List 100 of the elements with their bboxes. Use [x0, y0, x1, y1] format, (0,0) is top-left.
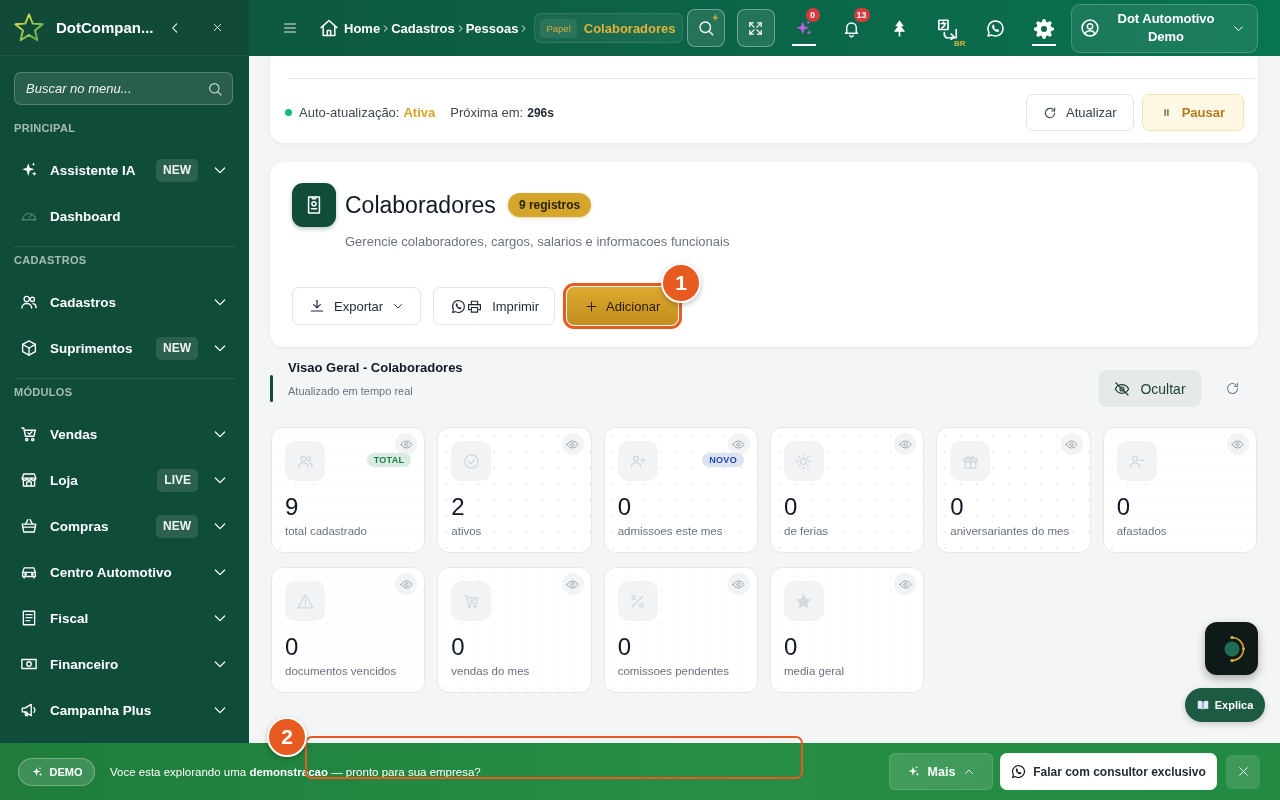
eye-icon	[898, 577, 912, 591]
refresh-icon	[1043, 105, 1058, 120]
nav-item[interactable]: Cadastros	[20, 285, 212, 319]
nav-item[interactable]: Compras	[20, 509, 156, 543]
visibility-toggle[interactable]	[1227, 433, 1249, 455]
visibility-toggle[interactable]	[728, 573, 750, 595]
download-icon	[309, 298, 325, 314]
lightning-icon	[710, 13, 720, 22]
fullscreen-button[interactable]	[736, 9, 775, 47]
eye-icon	[898, 437, 912, 451]
stat-label: vendas do mes	[451, 664, 531, 678]
stat-value: 9	[285, 493, 300, 521]
menu-icon	[282, 20, 298, 36]
eye-icon	[1231, 437, 1245, 451]
visibility-toggle[interactable]	[561, 433, 584, 455]
stat-tag: TOTAL	[366, 453, 412, 467]
consultant-button[interactable]: Falar com consultor exclusivo	[1000, 753, 1217, 790]
nav-item[interactable]: Suprimentos	[20, 331, 156, 365]
nav-item[interactable]: Assistente IA	[20, 153, 156, 187]
home-icon	[319, 18, 339, 38]
expand-icon	[747, 19, 765, 37]
record-count: 9 registros	[507, 193, 592, 217]
stat-value: 0	[950, 493, 965, 521]
chevron-right-icon	[381, 23, 391, 33]
eye-icon	[732, 437, 746, 451]
nav-item[interactable]: Fiscal	[20, 601, 212, 635]
accent-bar	[270, 375, 273, 402]
breadcrumb-link[interactable]: Pessoas	[465, 20, 519, 36]
whatsapp-icon	[986, 19, 1006, 38]
stat-label: de ferias	[784, 524, 830, 538]
nav-item[interactable]: Vendas	[20, 417, 212, 451]
current-page: Colaboradores	[583, 20, 676, 36]
status-tag: NEW	[156, 514, 198, 538]
whatsapp-icon	[451, 298, 467, 314]
refresh-icon	[1225, 381, 1240, 396]
chevron-right-icon	[519, 23, 529, 33]
status-tag: NEW	[156, 336, 198, 360]
megaphone-icon	[20, 701, 38, 719]
explain-button[interactable]: Explica	[1185, 688, 1265, 722]
gear-icon	[1032, 17, 1055, 40]
stat-value: 0	[1116, 493, 1131, 521]
stat-value: 0	[285, 633, 300, 661]
visibility-toggle[interactable]	[1060, 433, 1083, 455]
next-refresh-label: Próxima em:	[450, 105, 524, 120]
visibility-toggle[interactable]	[728, 433, 750, 455]
eye-icon	[1065, 437, 1079, 451]
auto-refresh-label: Auto-atualização:	[299, 105, 400, 120]
export-button[interactable]: Exportar	[292, 287, 422, 325]
close-icon	[1236, 765, 1250, 778]
step-marker: 2	[267, 717, 307, 757]
box-icon	[20, 339, 38, 357]
step-marker: 1	[661, 263, 702, 303]
print-button[interactable]: Imprimir	[433, 287, 556, 325]
visibility-toggle[interactable]	[894, 433, 917, 455]
stat-label: admissoes este mes	[617, 524, 724, 538]
nav-item[interactable]: Loja	[20, 463, 158, 497]
stat-tag: NOVO	[702, 453, 744, 467]
search-icon	[696, 19, 715, 37]
breadcrumb-link[interactable]: Cadastros	[391, 20, 455, 36]
stat-label: comissoes pendentes	[617, 664, 730, 678]
nav-item[interactable]: Centro Automotivo	[20, 555, 212, 589]
search-button[interactable]	[686, 9, 725, 47]
warning-icon	[285, 581, 325, 621]
section-label: PRINCIPAL	[14, 121, 77, 136]
hide-button[interactable]: Ocultar	[1099, 370, 1201, 407]
visibility-toggle[interactable]	[395, 573, 418, 595]
visibility-toggle[interactable]	[395, 433, 418, 455]
stat-label: aniversariantes do mes	[950, 524, 1071, 538]
breadcrumb-link[interactable]: Home	[319, 18, 381, 38]
section-label: MÓDULOS	[14, 385, 74, 400]
language-code: BR	[953, 39, 966, 48]
visibility-toggle[interactable]	[894, 573, 917, 595]
visibility-toggle[interactable]	[561, 573, 584, 595]
store-icon	[20, 471, 38, 489]
translate-icon	[936, 17, 959, 40]
nav-item[interactable]: Financeiro	[20, 647, 212, 681]
nav-item[interactable]: Campanha Plus	[20, 693, 212, 727]
user-circle-icon	[1080, 18, 1100, 38]
eye-icon	[399, 577, 413, 591]
eye-icon	[732, 577, 746, 591]
sparkle-icon	[30, 765, 43, 778]
user-menu[interactable]: Dot Automotivo Demo	[1071, 3, 1258, 53]
cart-icon	[451, 581, 492, 621]
nav-item[interactable]: Dashboard	[20, 199, 228, 233]
menu-button[interactable]	[282, 20, 298, 36]
percent-icon	[617, 581, 658, 621]
stat-label: ativos	[451, 524, 483, 538]
stat-label: documentos vencidos	[285, 664, 398, 678]
user-plus-icon	[617, 441, 658, 481]
reload-button[interactable]	[1225, 380, 1241, 397]
whatsapp-icon	[1011, 764, 1027, 779]
next-refresh-time: 296s	[527, 105, 554, 120]
eye-off-icon	[1114, 380, 1131, 397]
users-icon	[285, 441, 325, 481]
assistant-launcher[interactable]	[1205, 622, 1258, 675]
book-icon	[1196, 699, 1209, 711]
page-subtitle: Gerencie colaboradores, cargos, salarios e informacoes funcionais	[345, 234, 730, 250]
refresh-button[interactable]: Atualizar	[1026, 94, 1134, 131]
cart-icon	[20, 425, 38, 443]
page-title: Colaboradores	[345, 191, 496, 219]
